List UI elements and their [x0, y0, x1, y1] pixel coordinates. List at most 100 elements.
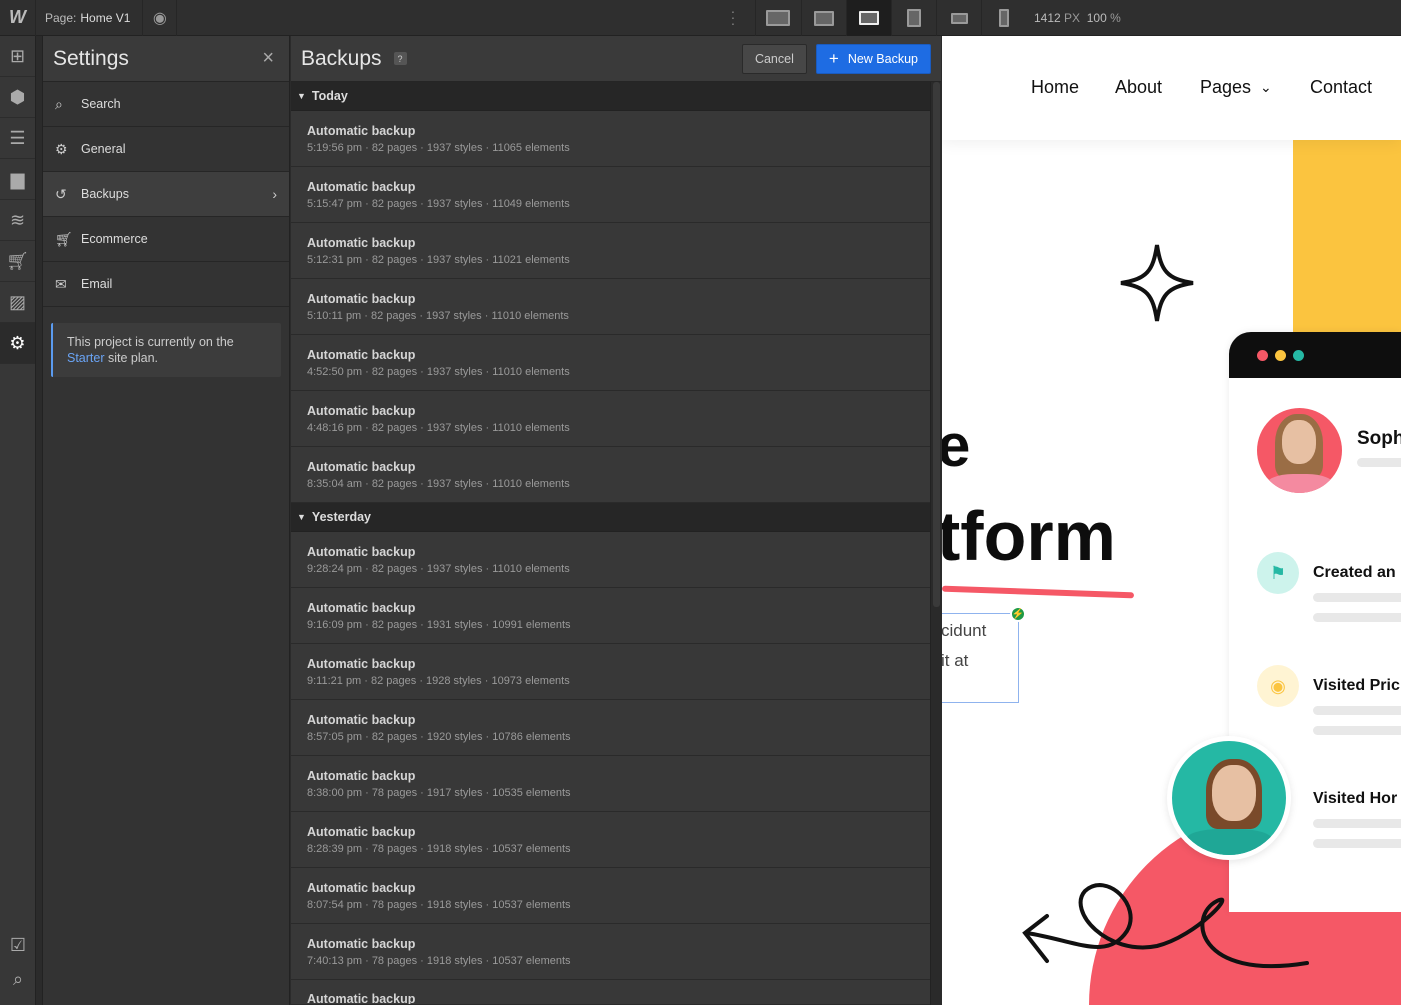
backup-title: Automatic backup — [307, 769, 416, 783]
nav-contact[interactable]: Contact — [1310, 77, 1372, 98]
settings-item-ecommerce[interactable]: 🛒︎ Ecommerce — [43, 217, 289, 262]
top-toolbar: W Page: Home V1 ◉ · · · 1412 PX 100 % — [0, 0, 1401, 36]
breakpoint-desktop-xl-button[interactable] — [755, 0, 800, 36]
backup-row[interactable]: Automatic backup 5:19:56 pm · 82 pages · … — [291, 111, 930, 167]
backup-title: Automatic backup — [307, 992, 416, 1004]
settings-item-email[interactable]: ✉ Email — [43, 262, 289, 307]
backup-meta: 5:15:47 pm · 82 pages · 1937 styles · 11… — [307, 198, 570, 210]
backup-row[interactable]: Automatic backup 9:28:24 pm · 82 pages · … — [291, 532, 930, 588]
lightning-badge-icon: ⚡ — [1010, 606, 1026, 622]
backup-row[interactable]: Automatic backup 8:35:04 am · 82 pages · … — [291, 447, 930, 503]
navigator-icon[interactable]: ☰ — [0, 118, 35, 159]
backup-row[interactable]: Automatic backup 8:28:39 pm · 78 pages · … — [291, 812, 930, 868]
backup-title: Automatic backup — [307, 825, 416, 839]
group-header-today[interactable]: ▼ Today — [291, 82, 930, 111]
group-label: Yesterday — [311, 510, 371, 524]
body-text: cidunt — [942, 621, 987, 640]
settings-item-backups[interactable]: ↺ Backups › — [43, 172, 289, 217]
activity-label: Visited Pric — [1313, 677, 1400, 694]
avatar — [1167, 736, 1291, 860]
backup-meta: 5:12:31 pm · 82 pages · 1937 styles · 11… — [307, 254, 570, 266]
backup-row[interactable]: Automatic backup 5:10:11 pm · 82 pages · … — [291, 279, 930, 335]
preview-eye-icon[interactable]: ◉ — [143, 0, 178, 36]
webflow-logo[interactable]: W — [0, 0, 36, 36]
backup-title: Automatic backup — [307, 881, 416, 895]
new-backup-button[interactable]: + New Backup — [815, 43, 931, 74]
settings-item-general[interactable]: ⚙ General — [43, 127, 289, 172]
backups-header: Backups ? Cancel + New Backup — [291, 36, 941, 82]
placeholder-bar — [1313, 819, 1401, 828]
placeholder-bar — [1313, 839, 1401, 848]
zoom-value: 100 — [1086, 11, 1107, 25]
pages-icon[interactable]: ▆ — [0, 159, 35, 200]
cms-database-icon[interactable]: ≋ — [0, 200, 35, 241]
backup-meta: 9:16:09 pm · 82 pages · 1931 styles · 10… — [307, 619, 571, 631]
placeholder-bar — [1357, 458, 1401, 467]
breakpoint-desktop-l-button[interactable] — [801, 0, 846, 36]
add-panel-icon[interactable]: ⊞ — [0, 36, 35, 77]
body-text: it at — [942, 651, 969, 670]
settings-item-label: General — [81, 142, 126, 156]
more-options-icon[interactable]: · · · — [727, 4, 739, 30]
help-icon[interactable]: ? — [393, 52, 407, 65]
backup-row[interactable]: Automatic backup 5:12:31 pm · 82 pages · … — [291, 223, 930, 279]
backup-row[interactable]: Automatic backup 4:48:16 pm · 82 pages · … — [291, 391, 930, 447]
backup-meta: 8:57:05 pm · 82 pages · 1920 styles · 10… — [307, 731, 571, 743]
backup-row[interactable]: Automatic backup 7:40:13 pm · 78 pages · … — [291, 924, 930, 980]
backups-title: Backups — [301, 46, 382, 70]
breakpoint-tablet-button[interactable] — [891, 0, 936, 36]
settings-item-search[interactable]: ⌕ Search — [43, 82, 289, 127]
starter-plan-link[interactable]: Starter — [67, 351, 105, 365]
backup-row[interactable]: Automatic backup 5:15:47 pm · 82 pages · … — [291, 167, 930, 223]
red-underline — [942, 585, 1135, 599]
nav-home[interactable]: Home — [1031, 77, 1079, 98]
hero-heading-line1: e — [942, 412, 971, 479]
backup-title: Automatic backup — [307, 180, 416, 194]
tablet-icon — [907, 9, 921, 27]
scrollbar-thumb[interactable] — [933, 82, 940, 607]
backup-row[interactable]: Automatic backup 4:52:50 pm · 82 pages · … — [291, 335, 930, 391]
assets-icon[interactable]: ▨ — [0, 282, 35, 323]
breakpoint-mobile-landscape-button[interactable] — [936, 0, 981, 36]
group-header-yesterday[interactable]: ▼ Yesterday — [291, 503, 930, 532]
close-icon[interactable]: × — [262, 47, 274, 70]
settings-item-label: Backups — [81, 187, 129, 201]
backup-row[interactable]: Automatic backup 9:11:21 pm · 82 pages · … — [291, 644, 930, 700]
backup-title: Automatic backup — [307, 937, 416, 951]
envelope-icon: ✉ — [55, 275, 67, 292]
backup-row[interactable]: Automatic backup 9:16:09 pm · 82 pages · … — [291, 588, 930, 644]
ecommerce-cart-icon[interactable]: 🛒︎ — [0, 241, 35, 282]
page-selector[interactable]: Page: Home V1 — [36, 0, 144, 36]
scrollbar[interactable] — [930, 82, 941, 1005]
page-name: Home V1 — [80, 10, 131, 25]
symbols-cube-icon[interactable]: ⬢ — [0, 77, 35, 118]
sparkle-icon — [1120, 244, 1194, 322]
backup-title: Automatic backup — [307, 713, 416, 727]
backup-row[interactable]: Automatic backup 8:57:05 pm · 82 pages · … — [291, 700, 930, 756]
nav-pages[interactable]: Pages — [1200, 77, 1251, 98]
design-canvas[interactable]: Home About Pages ⌄ Contact e tform cidun… — [942, 36, 1401, 1005]
nav-about[interactable]: About — [1115, 77, 1162, 98]
search-icon[interactable]: ⌕ — [0, 959, 36, 1000]
site-nav: Home About Pages ⌄ Contact — [942, 36, 1401, 140]
backup-title: Automatic backup — [307, 657, 416, 671]
width-value: 1412 — [1034, 11, 1061, 25]
placeholder-bar — [1313, 613, 1401, 622]
backup-title: Automatic backup — [307, 545, 416, 559]
activity-label: Created an — [1313, 564, 1396, 581]
selected-text-block[interactable]: cidunt it at — [942, 613, 1019, 703]
cancel-button[interactable]: Cancel — [741, 43, 807, 74]
backup-list: ▼ Today Automatic backup 5:19:56 pm · 82 pa… — [291, 82, 930, 1005]
backup-row[interactable]: Automatic backup — [291, 980, 930, 1004]
breakpoint-mobile-portrait-button[interactable] — [981, 0, 1026, 36]
backup-meta: 8:28:39 pm · 78 pages · 1918 styles · 10… — [307, 843, 571, 855]
backup-title: Automatic backup — [307, 404, 416, 418]
monitor-icon — [814, 10, 834, 26]
site-plan-notice: This project is currently on the Starter … — [51, 323, 281, 377]
breakpoint-desktop-base-button[interactable] — [846, 0, 891, 36]
backup-row[interactable]: Automatic backup 8:38:00 pm · 78 pages · … — [291, 756, 930, 812]
backup-title: Automatic backup — [307, 292, 416, 306]
settings-item-label: Email — [81, 277, 113, 291]
settings-gear-icon[interactable]: ⚙ — [0, 323, 35, 364]
backup-row[interactable]: Automatic backup 8:07:54 pm · 78 pages · … — [291, 868, 930, 924]
